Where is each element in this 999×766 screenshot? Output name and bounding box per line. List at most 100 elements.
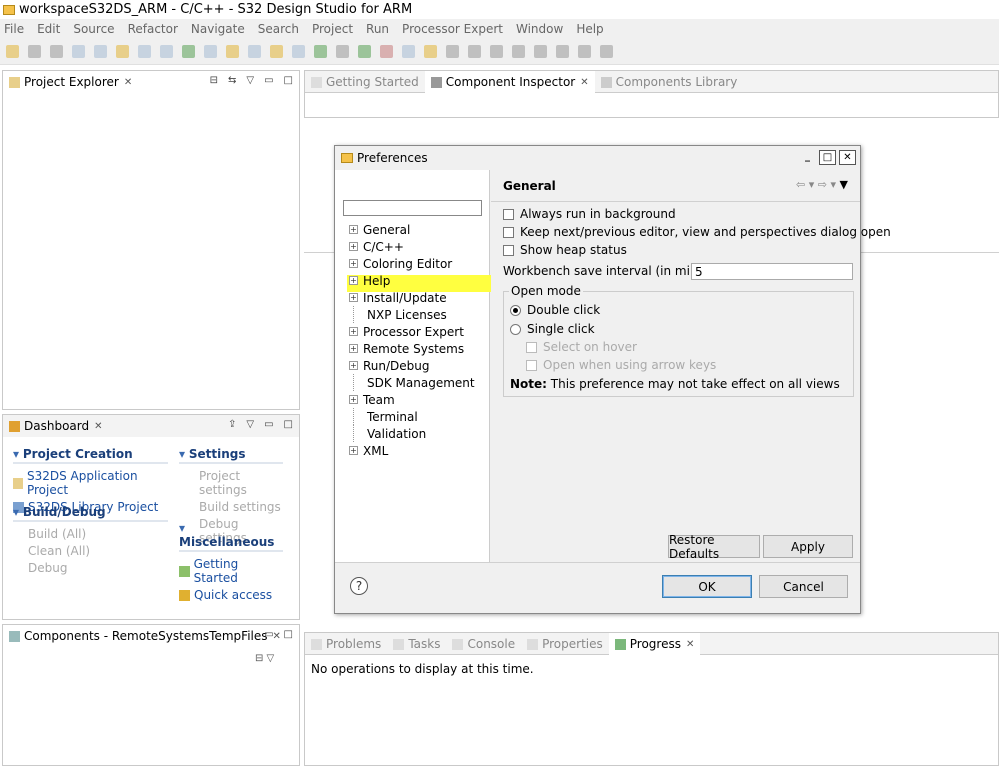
close-icon[interactable]: ✕ — [124, 77, 132, 88]
tree-item-remote-systems[interactable]: + Remote Systems — [349, 340, 464, 357]
single-click-radio[interactable] — [510, 323, 521, 335]
new-icon[interactable] — [6, 45, 19, 58]
always-run-bg-checkbox[interactable] — [503, 208, 514, 220]
tab-components-library[interactable]: Components Library — [595, 71, 744, 93]
help-icon[interactable]: ? — [350, 577, 368, 595]
tree-item-xml[interactable]: + XML — [349, 442, 388, 459]
components-tab[interactable]: Components - RemoteSystemsTempFiles — [24, 629, 268, 643]
folder-icon[interactable] — [270, 45, 283, 58]
expand-icon[interactable]: + — [349, 344, 358, 353]
save-interval-input[interactable] — [691, 263, 853, 280]
next-annotation-icon[interactable] — [512, 45, 525, 58]
menu-refactor[interactable]: Refactor — [128, 22, 178, 36]
run-icon[interactable] — [358, 45, 371, 58]
menu-help[interactable]: Help — [576, 22, 603, 36]
collapse-all-icon[interactable]: ⊟ — [210, 75, 218, 86]
expand-icon[interactable]: + — [349, 225, 358, 234]
tree-item-processor-expert[interactable]: + Processor Expert — [349, 323, 464, 340]
debug-bug-icon[interactable] — [336, 45, 349, 58]
menu-project[interactable]: Project — [312, 22, 353, 36]
lightning-icon[interactable] — [226, 45, 239, 58]
quick-access-link[interactable]: Quick access — [194, 588, 272, 602]
menu-search[interactable]: Search — [258, 22, 299, 36]
menu-navigate[interactable]: Navigate — [191, 22, 245, 36]
tree-item-nxp-licenses[interactable]: NXP Licenses — [349, 306, 447, 323]
forward-icon[interactable] — [600, 45, 613, 58]
edit-icon[interactable] — [138, 45, 151, 58]
maximize-icon[interactable]: □ — [284, 419, 293, 430]
close-icon[interactable]: ✕ — [686, 639, 694, 650]
expand-icon[interactable]: + — [349, 276, 358, 285]
export-icon[interactable]: ⇪ — [228, 419, 236, 430]
minimize-icon[interactable]: ▭ — [264, 629, 273, 640]
apply-button[interactable]: Apply — [763, 535, 853, 558]
link-editor-icon[interactable]: ⇆ — [228, 75, 236, 86]
restore-defaults-button[interactable]: Restore Defaults — [668, 533, 760, 561]
expand-icon[interactable]: + — [349, 361, 358, 370]
tab-component-inspector[interactable]: Component Inspector ✕ — [424, 71, 595, 93]
menu-source[interactable]: Source — [73, 22, 114, 36]
filter-input[interactable] — [343, 200, 482, 216]
settings-icon[interactable] — [72, 45, 85, 58]
debug-config-icon[interactable] — [248, 45, 261, 58]
maximize-icon[interactable]: □ — [819, 150, 836, 165]
back-icon[interactable] — [578, 45, 591, 58]
single-click-option[interactable]: Single click — [510, 322, 595, 336]
tab-console[interactable]: Console — [446, 633, 521, 655]
cursor-icon[interactable] — [160, 45, 173, 58]
keep-next-prev-checkbox[interactable] — [503, 226, 514, 238]
maximize-icon[interactable]: □ — [284, 75, 293, 86]
tab-progress[interactable]: Progress ✕ — [608, 633, 701, 655]
menu-dropdown-icon[interactable]: ▼ — [840, 178, 848, 191]
tree-item-team[interactable]: + Team — [349, 391, 395, 408]
menu-window[interactable]: Window — [516, 22, 563, 36]
keep-next-prev-option[interactable]: Keep next/previous editor, view and pers… — [503, 225, 891, 239]
double-click-radio[interactable] — [510, 304, 521, 316]
expand-icon[interactable]: + — [349, 395, 358, 404]
view-menu-icon[interactable]: ▽ — [246, 419, 254, 430]
expand-icon[interactable]: + — [349, 446, 358, 455]
cancel-button[interactable]: Cancel — [759, 575, 848, 598]
refresh-green-icon[interactable] — [314, 45, 327, 58]
monitor-icon[interactable] — [204, 45, 217, 58]
tab-tasks[interactable]: Tasks — [387, 633, 446, 655]
back-icon[interactable]: ⇦ ▾ — [796, 178, 814, 191]
prev-annotation-icon[interactable] — [534, 45, 547, 58]
paragraph-icon[interactable] — [490, 45, 503, 58]
tree-item-validation[interactable]: Validation — [349, 425, 426, 442]
forward-icon[interactable]: ⇨ ▾ — [818, 178, 836, 191]
save-icon[interactable] — [28, 45, 41, 58]
ok-button[interactable]: OK — [662, 575, 752, 598]
menu-processor-expert[interactable]: Processor Expert — [402, 22, 503, 36]
open-folder-icon[interactable] — [116, 45, 129, 58]
save-all-icon[interactable] — [50, 45, 63, 58]
tree-item-sdk-management[interactable]: SDK Management — [349, 374, 475, 391]
collapse-icon[interactable]: ⊟ ▽ — [255, 653, 274, 664]
expand-icon[interactable]: + — [349, 259, 358, 268]
new-file-icon[interactable] — [292, 45, 305, 58]
dashboard-tab[interactable]: Dashboard — [24, 419, 89, 433]
expand-icon[interactable]: + — [349, 242, 358, 251]
refresh-icon[interactable] — [182, 45, 195, 58]
menu-file[interactable]: File — [4, 22, 24, 36]
tree-item-cpp[interactable]: + C/C++ — [349, 238, 404, 255]
double-click-option[interactable]: Double click — [510, 303, 600, 317]
maximize-icon[interactable]: □ — [284, 629, 293, 640]
close-icon[interactable]: ✕ — [94, 421, 102, 432]
getting-started-link[interactable]: Getting Started — [194, 557, 283, 585]
menu-edit[interactable]: Edit — [37, 22, 60, 36]
app-project-link[interactable]: S32DS Application Project — [27, 469, 168, 497]
always-run-bg-option[interactable]: Always run in background — [503, 207, 676, 221]
last-edit-icon[interactable] — [556, 45, 569, 58]
tree-item-run-debug[interactable]: + Run/Debug — [349, 357, 430, 374]
show-heap-checkbox[interactable] — [503, 244, 514, 256]
expand-icon[interactable]: + — [349, 327, 358, 336]
tree-item-general[interactable]: + General — [349, 221, 410, 238]
build-icon[interactable] — [94, 45, 107, 58]
block-icon[interactable] — [468, 45, 481, 58]
project-explorer-tab[interactable]: Project Explorer — [24, 75, 119, 89]
expand-icon[interactable]: + — [349, 293, 358, 302]
menu-run[interactable]: Run — [366, 22, 389, 36]
minimize-icon[interactable]: _ — [799, 150, 816, 165]
annotation-icon[interactable] — [446, 45, 459, 58]
